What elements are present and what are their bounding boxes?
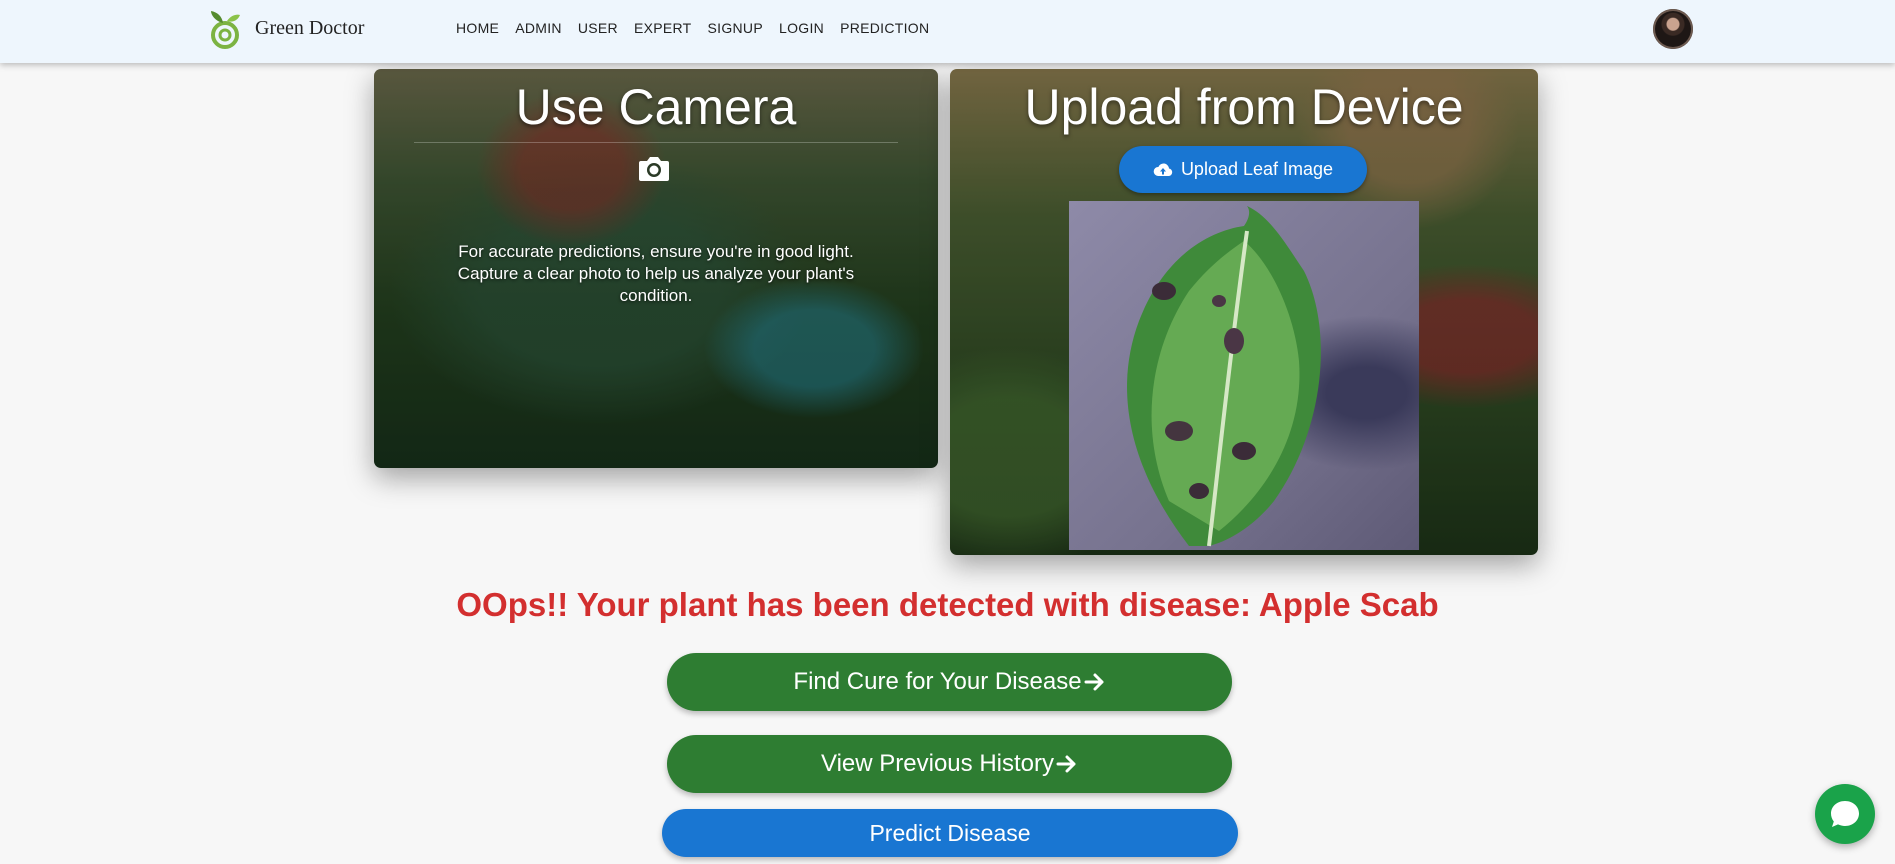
uploaded-leaf-image — [1069, 201, 1419, 550]
nav-link-signup[interactable]: SIGNUP — [708, 20, 763, 36]
nav-link-admin[interactable]: ADMIN — [515, 20, 562, 36]
chat-bubble-icon — [1831, 801, 1859, 827]
upload-leaf-image-button[interactable]: Upload Leaf Image — [1119, 146, 1367, 193]
camera-icon[interactable] — [638, 154, 670, 182]
cloud-upload-icon — [1153, 163, 1173, 176]
upload-device-card: Upload from Device Upload Leaf Image — [950, 69, 1538, 555]
sprout-logo-icon[interactable] — [205, 9, 245, 49]
nav-menu: HOME ADMIN USER EXPERT SIGNUP LOGIN PRED… — [456, 20, 945, 36]
predict-disease-button[interactable]: Predict Disease — [662, 809, 1238, 857]
nav-link-login[interactable]: LOGIN — [779, 20, 824, 36]
user-avatar[interactable] — [1653, 9, 1693, 49]
find-cure-button[interactable]: Find Cure for Your Disease — [667, 653, 1232, 711]
nav-link-home[interactable]: HOME — [456, 20, 499, 36]
card-divider — [414, 142, 898, 143]
upload-button-label: Upload Leaf Image — [1180, 159, 1334, 179]
upload-card-title: Upload from Device — [1024, 79, 1464, 135]
find-cure-label: Find Cure for Your Disease — [793, 668, 1082, 695]
nav-link-user[interactable]: USER — [578, 20, 618, 36]
top-navbar: Green Doctor HOME ADMIN USER EXPERT SIGN… — [0, 0, 1895, 63]
camera-instructions: For accurate predictions, ensure you're … — [457, 242, 855, 305]
use-camera-card[interactable]: Use Camera For accurate predictions, ens… — [374, 69, 938, 468]
camera-card-title: Use Camera — [515, 79, 797, 135]
predict-disease-label: Predict Disease — [869, 819, 1031, 846]
nav-link-expert[interactable]: EXPERT — [634, 20, 692, 36]
disease-result-message: OOps!! Your plant has been detected with… — [456, 586, 1439, 623]
view-history-button[interactable]: View Previous History — [667, 735, 1232, 793]
arrow-right-icon — [1056, 754, 1078, 774]
leaf-image-graphic — [1127, 206, 1321, 547]
brand-name[interactable]: Green Doctor — [255, 17, 364, 40]
nav-link-prediction[interactable]: PREDICTION — [840, 20, 929, 36]
chat-widget-button[interactable] — [1815, 784, 1875, 844]
arrow-right-icon — [1084, 672, 1106, 692]
view-history-label: View Previous History — [821, 750, 1054, 777]
